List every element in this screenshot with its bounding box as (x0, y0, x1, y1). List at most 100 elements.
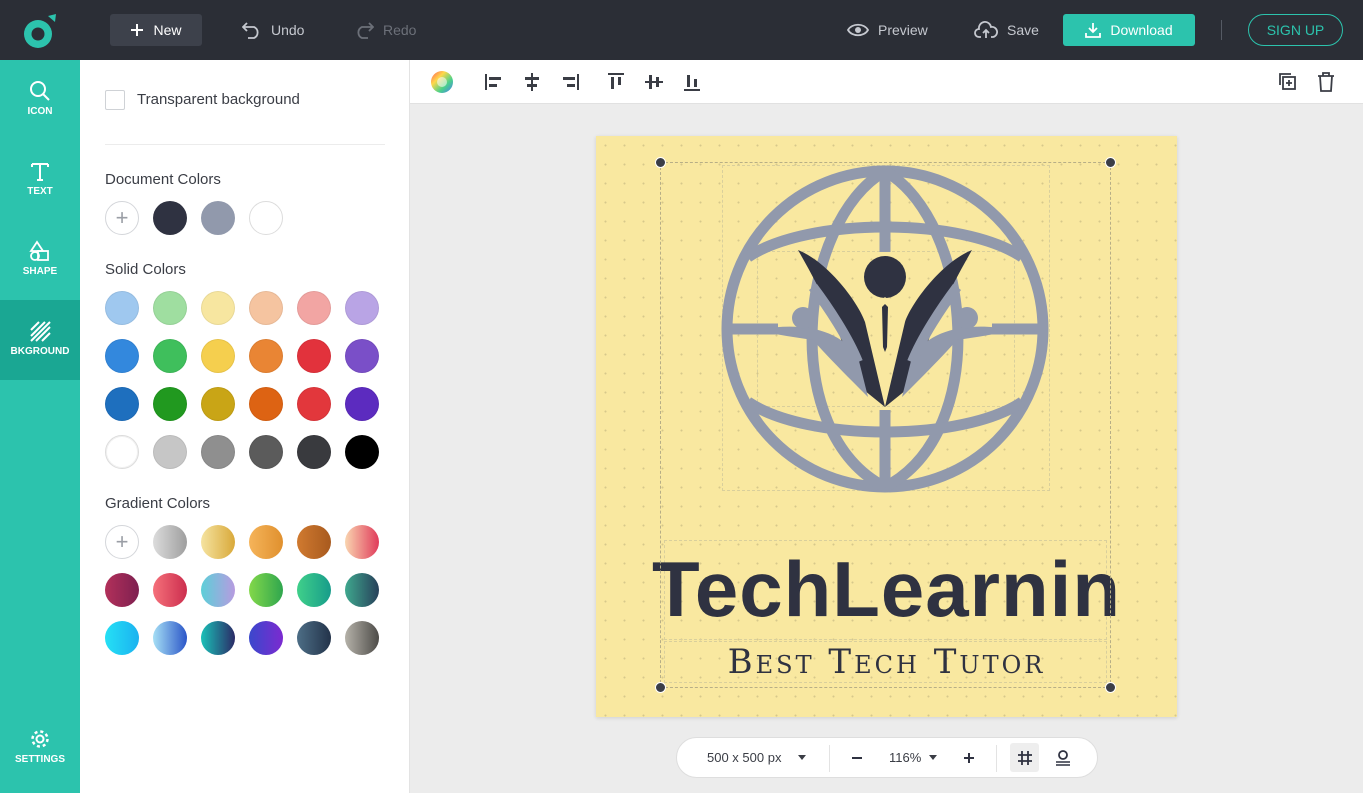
align-center-horizontal-icon[interactable] (521, 71, 543, 93)
rail-item-icon[interactable]: ICON (0, 60, 80, 140)
gradient-color-swatch[interactable] (153, 573, 187, 607)
resize-handle-bottom-left[interactable] (655, 682, 666, 693)
canvas-size-select[interactable]: 500 x 500 px (707, 750, 781, 765)
add-gradient-color-button[interactable]: + (105, 525, 139, 559)
undo-button[interactable]: Undo (242, 14, 304, 46)
panel-divider (105, 144, 385, 145)
solid-color-swatch[interactable] (153, 387, 187, 421)
minus-icon (852, 757, 862, 759)
background-icon (30, 321, 51, 342)
grid-icon (1017, 750, 1032, 765)
gradient-color-swatch[interactable] (345, 573, 379, 607)
document-color-swatch[interactable] (249, 201, 283, 235)
solid-color-swatch[interactable] (297, 387, 331, 421)
gradient-color-swatch[interactable] (249, 621, 283, 655)
zoom-in-button[interactable] (958, 747, 980, 769)
solid-color-swatch[interactable] (345, 387, 379, 421)
align-bottom-icon[interactable] (681, 71, 703, 93)
solid-color-swatch[interactable] (201, 387, 235, 421)
solid-color-swatch[interactable] (153, 291, 187, 325)
solid-color-swatch[interactable] (249, 339, 283, 373)
plus-icon (131, 24, 144, 36)
zoom-level-select[interactable]: 116% (889, 750, 921, 765)
align-top-icon[interactable] (605, 71, 627, 93)
solid-color-swatch[interactable] (201, 339, 235, 373)
gradient-color-swatch[interactable] (249, 525, 283, 559)
align-right-icon[interactable] (559, 71, 581, 93)
gradient-color-swatch[interactable] (105, 573, 139, 607)
solid-color-swatch[interactable] (345, 435, 379, 469)
rail-item-settings[interactable]: SETTINGS (0, 708, 80, 788)
solid-colors-title: Solid Colors (105, 261, 186, 278)
rail-item-label: ICON (27, 106, 53, 117)
gradient-color-swatch[interactable] (105, 621, 139, 655)
document-colors-title: Document Colors (105, 171, 221, 188)
save-button[interactable]: Save (974, 14, 1039, 46)
text-icon (31, 163, 49, 181)
document-color-swatch[interactable] (201, 201, 235, 235)
add-document-color-button[interactable]: + (105, 201, 139, 235)
solid-color-swatch[interactable] (249, 291, 283, 325)
chevron-down-icon[interactable] (798, 755, 806, 760)
gradient-color-swatch[interactable] (201, 573, 235, 607)
solid-color-swatch[interactable] (345, 339, 379, 373)
gradient-color-swatch[interactable] (345, 621, 379, 655)
rail-item-text[interactable]: TEXT (0, 140, 80, 220)
rail-item-label: TEXT (27, 186, 53, 197)
solid-color-swatch[interactable] (345, 291, 379, 325)
gradient-color-swatch[interactable] (201, 621, 235, 655)
transparent-background-label[interactable]: Transparent background (137, 91, 300, 108)
zoom-out-button[interactable] (846, 747, 868, 769)
document-color-swatch[interactable] (153, 201, 187, 235)
solid-color-swatch[interactable] (297, 435, 331, 469)
solid-color-swatch[interactable] (249, 435, 283, 469)
rail-item-label: BKGROUND (10, 346, 70, 357)
gradient-color-swatch[interactable] (297, 525, 331, 559)
resize-handle-top-left[interactable] (655, 157, 666, 168)
gradient-color-swatch[interactable] (297, 621, 331, 655)
eye-icon (847, 23, 869, 37)
solid-color-swatch[interactable] (105, 435, 139, 469)
solid-color-swatch[interactable] (105, 387, 139, 421)
duplicate-icon[interactable] (1277, 71, 1299, 93)
solid-color-swatch[interactable] (297, 291, 331, 325)
solid-color-swatch[interactable] (105, 291, 139, 325)
snap-toggle[interactable] (1052, 747, 1074, 769)
gradient-color-swatch[interactable] (249, 573, 283, 607)
redo-button[interactable]: Redo (354, 14, 416, 46)
gradient-color-swatch[interactable] (345, 525, 379, 559)
solid-color-swatch[interactable] (153, 435, 187, 469)
solid-color-swatch[interactable] (249, 387, 283, 421)
chevron-down-icon[interactable] (929, 755, 937, 760)
rail-item-shape[interactable]: SHAPE (0, 220, 80, 300)
align-left-icon[interactable] (483, 71, 505, 93)
gradient-color-swatch[interactable] (153, 525, 187, 559)
redo-button-label: Redo (383, 22, 417, 38)
solid-color-swatch[interactable] (201, 291, 235, 325)
left-rail: ICON TEXT SHAPE BKGROUND SETTINGS (0, 60, 80, 793)
redo-icon (357, 22, 374, 39)
transparent-background-checkbox[interactable] (105, 90, 125, 110)
download-button[interactable]: Download (1063, 14, 1195, 46)
gradient-color-swatch[interactable] (153, 621, 187, 655)
rail-item-background[interactable]: BKGROUND (0, 300, 80, 380)
solid-color-swatch[interactable] (105, 339, 139, 373)
resize-handle-top-right[interactable] (1105, 157, 1116, 168)
align-middle-icon[interactable] (643, 71, 665, 93)
resize-handle-bottom-right[interactable] (1105, 682, 1116, 693)
solid-color-swatch[interactable] (201, 435, 235, 469)
color-wheel-icon[interactable] (430, 70, 454, 94)
controls-divider (829, 745, 830, 772)
gradient-color-swatch[interactable] (201, 525, 235, 559)
shape-icon (29, 240, 49, 261)
sign-up-button[interactable]: SIGN UP (1248, 14, 1343, 46)
preview-button[interactable]: Preview (847, 14, 928, 46)
app-logo[interactable] (22, 12, 58, 50)
solid-color-swatch[interactable] (297, 339, 331, 373)
download-icon (1085, 23, 1102, 38)
grid-toggle[interactable] (1010, 743, 1039, 772)
delete-icon[interactable] (1315, 71, 1337, 93)
solid-color-swatch[interactable] (153, 339, 187, 373)
new-button[interactable]: New (110, 14, 202, 46)
gradient-color-swatch[interactable] (297, 573, 331, 607)
